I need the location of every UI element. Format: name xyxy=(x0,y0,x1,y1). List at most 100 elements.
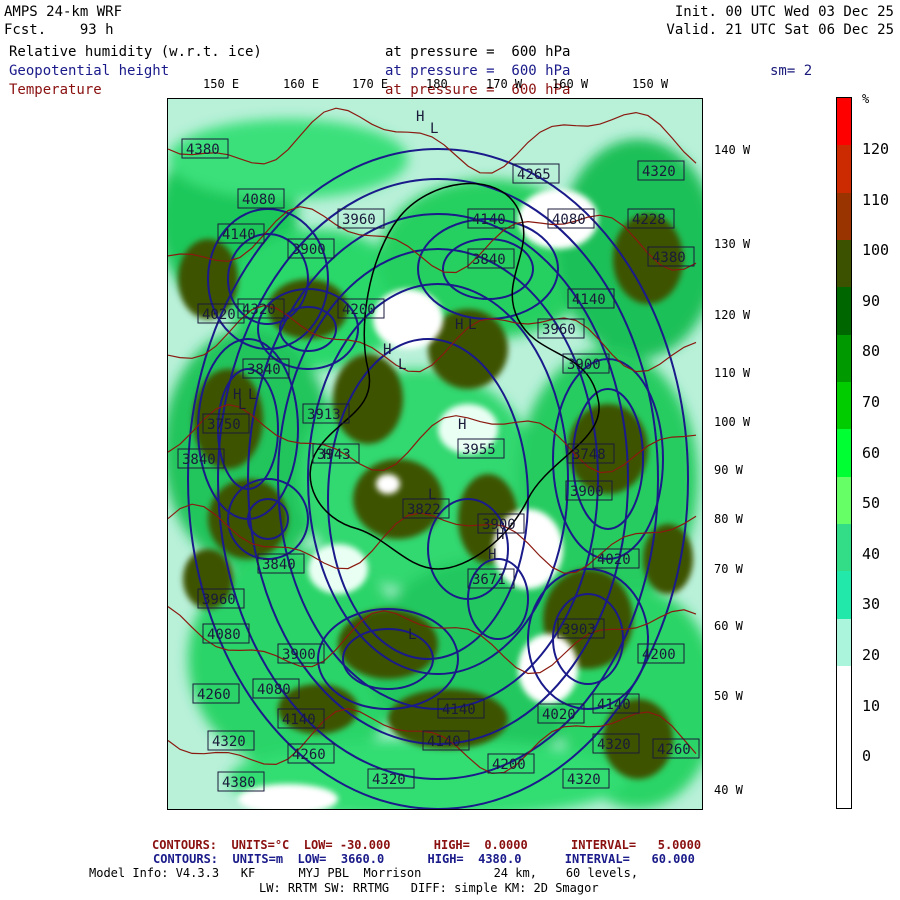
height-label-text: 4080 xyxy=(552,212,586,228)
height-label-text: 4380 xyxy=(186,142,220,158)
height-label-text: 3900 xyxy=(292,242,326,258)
colorbar-tick-label: 90 xyxy=(862,291,881,310)
height-label-text: 4320 xyxy=(642,164,676,180)
colorbar-tick-label: 20 xyxy=(862,646,881,664)
height-label-text: 3840 xyxy=(262,557,296,573)
height-label-text: 3840 xyxy=(247,362,281,378)
colorbar-tick-label: 120 xyxy=(862,140,890,158)
colorbar-tick-label: 110 xyxy=(862,190,890,209)
lon-label-right: 130 W xyxy=(714,237,751,251)
height-label-text: 3900 xyxy=(567,357,601,373)
valid-time: Valid. 21 UTC Sat 06 Dec 25 xyxy=(666,22,894,38)
low-pressure-marker: L xyxy=(248,387,256,403)
humidity-colorbar xyxy=(836,97,852,809)
model-info: Model Info: V4.3.3 KF MYJ PBL Morrison 2… xyxy=(89,866,639,880)
height-label-text: 4320 xyxy=(567,772,601,788)
height-label-text: 3903 xyxy=(562,622,596,638)
high-pressure-marker: H xyxy=(416,109,424,125)
high-pressure-marker: H xyxy=(323,447,331,463)
height-label-text: 4320 xyxy=(242,302,276,318)
init-time: Init. 00 UTC Wed 03 Dec 25 xyxy=(674,4,894,20)
high-pressure-marker: H xyxy=(488,547,496,563)
forecast-hour: Fcst. 93 h xyxy=(4,22,114,39)
height-label-text: 4140 xyxy=(472,212,506,228)
colorbar-tick-label: 60 xyxy=(862,443,881,462)
height-label-text: 4228 xyxy=(632,212,666,228)
low-pressure-marker: L xyxy=(468,317,476,333)
height-label-text: 4080 xyxy=(242,192,276,208)
height-label-text: 3960 xyxy=(542,322,576,338)
height-label-text: 3750 xyxy=(207,417,241,433)
lon-label-top: 170 W xyxy=(486,77,523,91)
height-label-text: 4320 xyxy=(372,772,406,788)
lon-label-top: 160 W xyxy=(552,77,589,91)
colorbar-segment xyxy=(837,429,851,478)
colorbar-segment xyxy=(837,666,851,714)
height-label-text: 4140 xyxy=(442,702,476,718)
height-label-text: 4140 xyxy=(427,734,461,750)
colorbar-tick-label: 0 xyxy=(862,747,872,766)
colorbar-segment xyxy=(837,240,851,288)
colorbar-unit: % xyxy=(862,92,870,106)
height-label-text: 4080 xyxy=(257,682,291,698)
height-label-text: 3960 xyxy=(202,592,236,608)
height-label-text: 4200 xyxy=(642,647,676,663)
physics-info: LW: RRTM SW: RRTMG DIFF: simple KM: 2D S… xyxy=(259,881,599,895)
height-label-text: 3840 xyxy=(472,252,506,268)
height-label-text: 4320 xyxy=(597,737,631,753)
high-pressure-marker: H xyxy=(383,342,391,358)
lon-label-right: 40 W xyxy=(714,783,743,797)
lon-label-right: 50 W xyxy=(714,689,743,703)
low-pressure-marker: L xyxy=(428,487,436,503)
var-rh-name: Relative humidity (w.r.t. ice) xyxy=(9,44,262,60)
lon-label-right: 80 W xyxy=(714,512,743,526)
height-label-text: 4020 xyxy=(597,552,631,568)
height-label-text: 3955 xyxy=(462,442,496,458)
lon-label-right: 90 W xyxy=(714,463,743,477)
var-height-name: Geopotential height xyxy=(9,63,170,79)
height-label-text: 4200 xyxy=(492,757,526,773)
low-pressure-marker: L xyxy=(398,357,406,373)
height-label-text: 4320 xyxy=(212,734,246,750)
colorbar-segment xyxy=(837,334,851,383)
var-temp-name: Temperature xyxy=(9,82,102,98)
height-contour-info: CONTOURS: UNITS=m LOW= 3660.0 HIGH= 4380… xyxy=(153,852,695,866)
height-label-text: 4140 xyxy=(282,712,316,728)
colorbar-segment xyxy=(837,287,851,336)
colorbar-segment xyxy=(837,476,851,525)
var-rh-level: at pressure = 600 hPa xyxy=(385,44,571,60)
height-label-text: 4260 xyxy=(197,687,231,703)
lon-label-top: 160 E xyxy=(283,77,320,91)
colorbar-segment xyxy=(837,713,851,762)
low-pressure-marker: L xyxy=(430,121,438,137)
low-pressure-marker: L xyxy=(408,627,416,643)
height-label-text: 3840 xyxy=(182,452,216,468)
lon-label-top: 180 xyxy=(426,77,448,91)
weather-map[interactable]: 4380 4320 4265 4320 4228 4140 4080 3900 4140 4080… xyxy=(167,98,703,810)
height-label-text: 3960 xyxy=(342,212,376,228)
height-label-text: 4080 xyxy=(207,627,241,643)
colorbar-tick-label: 30 xyxy=(862,595,881,614)
height-label-text: 4265 xyxy=(517,167,551,183)
colorbar-segment xyxy=(837,382,851,430)
height-label-text: 4260 xyxy=(292,747,326,763)
lon-label-top: 170 E xyxy=(352,77,389,91)
lon-label-right: 60 W xyxy=(714,619,743,633)
height-label-text: 4020 xyxy=(202,307,236,323)
height-label-text: 4260 xyxy=(657,742,691,758)
fcst-label: Fcst. xyxy=(4,22,47,38)
colorbar-segment xyxy=(837,571,851,620)
colorbar-segment xyxy=(837,760,851,809)
lon-label-top: 150 W xyxy=(632,77,669,91)
height-label-text: 3900 xyxy=(570,484,604,500)
height-label-text: 3900 xyxy=(282,647,316,663)
high-pressure-marker: H xyxy=(458,417,466,433)
height-label-text: 4380 xyxy=(652,250,686,266)
height-label-text: 4380 xyxy=(222,775,256,791)
high-pressure-marker: H xyxy=(233,387,241,403)
lon-label-right: 70 W xyxy=(714,562,743,576)
fcst-value: 93 h xyxy=(79,22,114,38)
var-temp-level: at pressure = 600 hPa xyxy=(385,82,571,98)
high-pressure-marker: H xyxy=(496,527,504,543)
colorbar-segment xyxy=(837,524,851,572)
